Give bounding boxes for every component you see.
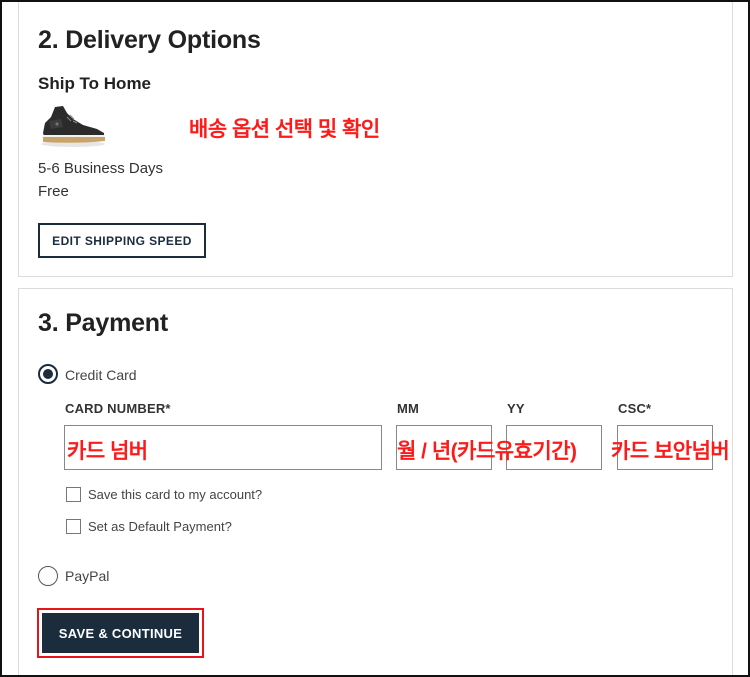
save-card-checkbox[interactable] bbox=[66, 487, 81, 502]
radio-selected-dot bbox=[43, 369, 53, 379]
paypal-label: PayPal bbox=[65, 568, 110, 584]
save-card-label: Save this card to my account? bbox=[88, 487, 263, 502]
save-and-continue-button[interactable]: SAVE & CONTINUE bbox=[42, 613, 199, 653]
sneaker-image bbox=[37, 103, 109, 149]
paypal-radio[interactable] bbox=[38, 566, 58, 586]
default-payment-checkbox[interactable] bbox=[66, 519, 81, 534]
shipping-method-label: Ship To Home bbox=[38, 74, 152, 93]
delivery-price: Free bbox=[38, 183, 69, 200]
delivery-annotation: 배송 옵션 선택 및 확인 bbox=[189, 118, 380, 141]
expiry-annotation: 월 / 년(카드유효기간) bbox=[397, 440, 577, 463]
card-number-annotation: 카드 넘버 bbox=[67, 440, 148, 463]
delivery-title: 2. Delivery Options bbox=[38, 26, 261, 54]
default-payment-label: Set as Default Payment? bbox=[88, 519, 232, 534]
mm-label: MM bbox=[397, 401, 420, 416]
yy-label: YY bbox=[507, 401, 525, 416]
delivery-options-section: 2. Delivery Options Ship To Home 5-6 Bus… bbox=[18, 0, 733, 277]
credit-card-label: Credit Card bbox=[65, 367, 137, 383]
payment-title: 3. Payment bbox=[38, 309, 169, 337]
credit-card-radio[interactable] bbox=[38, 364, 58, 384]
payment-section: 3. Payment Credit Card CARD NUMBER* MM Y… bbox=[18, 288, 733, 677]
card-number-label: CARD NUMBER* bbox=[65, 401, 171, 416]
csc-annotation: 카드 보안넘버 bbox=[611, 440, 730, 463]
edit-shipping-speed-button[interactable]: EDIT SHIPPING SPEED bbox=[38, 223, 206, 258]
csc-label: CSC* bbox=[618, 401, 652, 416]
delivery-eta: 5-6 Business Days bbox=[38, 160, 164, 177]
